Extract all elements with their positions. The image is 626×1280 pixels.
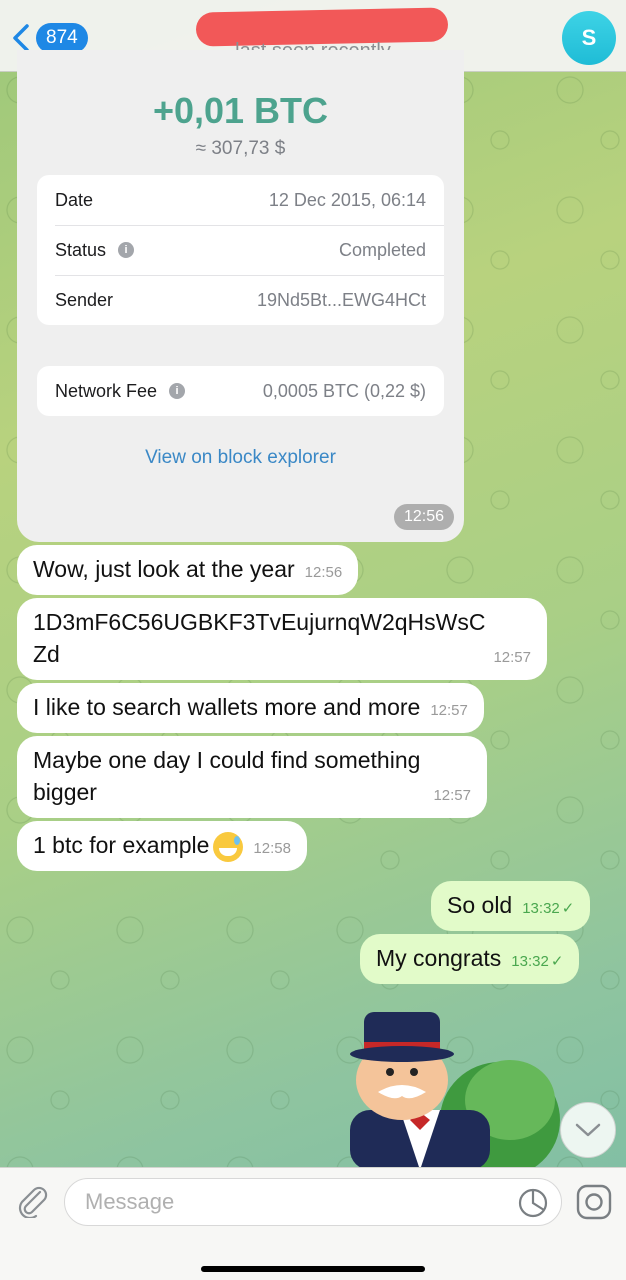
message-bubble-outgoing[interactable]: So old 13:32 ✓: [431, 881, 591, 931]
detail-value: 0,0005 BTC (0,22 $): [262, 380, 426, 401]
message-text: I like to search wallets more and more: [33, 694, 421, 720]
message-bubble-incoming[interactable]: 1 btc for example 12:58: [17, 821, 307, 871]
detail-label: Sender: [55, 289, 114, 310]
message-text: So old: [447, 892, 513, 918]
info-icon[interactable]: i: [118, 242, 135, 258]
message-text-line: 1D3mF6C56UGBKF3TvEujurnqW2qHsWsC: [33, 609, 486, 635]
sender-address[interactable]: 19Nd5Bt...EWG4HCt: [257, 290, 426, 311]
detail-label: Status: [55, 239, 107, 260]
message-text-line: bigger: [33, 779, 97, 805]
message-time: 12:56: [304, 564, 343, 581]
message-time: 12:57: [433, 787, 471, 804]
detail-value: 12 Dec 2015, 06:14: [268, 189, 426, 210]
view-on-block-explorer-link[interactable]: View on block explorer: [17, 447, 464, 469]
message-time: 13:32: [522, 900, 560, 917]
scroll-to-bottom-button[interactable]: [560, 1102, 616, 1158]
transaction-card: +0,01 BTC ≈ 307,73 $ Date 12 Dec 2015, 0…: [17, 50, 464, 542]
network-fee-box: Network Fee i 0,0005 BTC (0,22 $): [37, 366, 444, 416]
detail-label: Network Fee: [55, 380, 158, 401]
attach-paperclip-icon[interactable]: [14, 1182, 50, 1218]
message-time: 13:32: [511, 953, 549, 970]
message-time: 12:56: [393, 504, 454, 530]
message-time: 12:57: [430, 702, 468, 719]
sweat-smile-emoji-icon: [213, 831, 244, 862]
detail-value: Completed: [338, 239, 426, 260]
detail-row-fee: Network Fee i 0,0005 BTC (0,22 $): [37, 366, 444, 416]
camera-icon[interactable]: [574, 1182, 614, 1222]
message-text: Wow, just look at the year: [33, 556, 295, 582]
message-text-line: Zd: [33, 641, 60, 667]
message-bubble-incoming[interactable]: Maybe one day I could find something big…: [17, 736, 487, 818]
transaction-amount: +0,01 BTC: [152, 90, 329, 131]
detail-row-date: Date 12 Dec 2015, 06:14: [37, 175, 444, 225]
info-icon[interactable]: i: [169, 383, 186, 399]
avatar[interactable]: S: [562, 11, 616, 65]
chevron-down-icon: [575, 1123, 601, 1137]
message-input[interactable]: [64, 1178, 562, 1226]
message-text: My congrats: [376, 945, 502, 971]
detail-row-sender: Sender 19Nd5Bt...EWG4HCt: [37, 275, 444, 325]
message-bubble-incoming[interactable]: 1D3mF6C56UGBKF3TvEujurnqW2qHsWsC Zd 12:5…: [17, 598, 547, 680]
transaction-details: Date 12 Dec 2015, 06:14 Status i Complete…: [37, 175, 444, 325]
home-indicator: [201, 1266, 425, 1272]
read-check-icon: ✓: [550, 953, 564, 970]
message-text: 1 btc for example: [33, 832, 210, 858]
message-bubble-incoming[interactable]: I like to search wallets more and more 12…: [17, 683, 484, 733]
detail-label: Date: [55, 189, 94, 210]
rich-man-sticker[interactable]: [340, 1000, 560, 1170]
message-bubble-incoming[interactable]: Wow, just look at the year 12:56: [17, 545, 359, 595]
message-input-bar: [0, 1167, 626, 1280]
message-bubble-outgoing[interactable]: My congrats 13:32 ✓: [360, 934, 580, 984]
detail-row-status: Status i Completed: [37, 225, 444, 275]
message-time: 12:58: [253, 840, 291, 857]
message-text-line: Maybe one day I could find something: [33, 747, 421, 773]
transaction-fiat-value: ≈ 307,73 $: [195, 138, 286, 159]
sticker-icon[interactable]: [516, 1186, 550, 1220]
read-check-icon: ✓: [561, 900, 575, 917]
message-time: 12:57: [493, 649, 531, 666]
